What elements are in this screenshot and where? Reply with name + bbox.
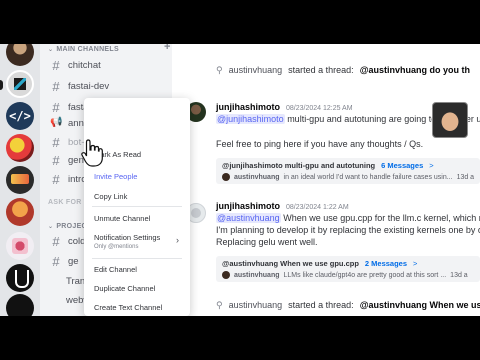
channel-context-menu: Mark As Read Invite People Copy Link Unm… (84, 98, 190, 316)
menu-item-copy-link[interactable]: Copy Link (94, 192, 186, 201)
add-channel-icon[interactable]: + (164, 44, 171, 53)
menu-item-create-text-channel[interactable]: Create Text Channel (94, 303, 186, 312)
hash-icon: # (52, 78, 60, 94)
chevron-right-icon: > (429, 161, 434, 170)
message-header: junjihashimoto 08/23/2024 1:22 AM (216, 201, 349, 211)
chevron-right-icon: > (413, 259, 418, 268)
server-icon-banner[interactable] (6, 166, 34, 194)
menu-item-mark-as-read[interactable]: Mark As Read (94, 150, 186, 159)
menu-divider (92, 206, 182, 207)
hash-icon: # (52, 233, 60, 249)
thread-icon: ⚲ (216, 64, 223, 75)
hash-icon: # (52, 134, 60, 150)
server-icon-dark[interactable] (6, 294, 34, 316)
thread-icon: ⚲ (216, 299, 223, 310)
discord-app-window: </> ⌄ MAIN CHANNELS + # chitchat # fasta… (0, 44, 480, 316)
message-body-line: Replacing gelu went well. (216, 237, 318, 247)
chevron-right-icon: › (176, 235, 179, 245)
message-pane: ⚲ austinvhuang started a thread: @austin… (172, 44, 480, 316)
menu-item-notification-sub: Only @mentions (94, 244, 139, 250)
server-selected-indicator (0, 80, 3, 90)
server-icon-emblem[interactable] (6, 134, 34, 162)
chevron-down-icon: ⌄ (48, 46, 54, 53)
menu-item-edit-channel[interactable]: Edit Channel (94, 265, 186, 274)
server-icon-fastai[interactable] (6, 70, 34, 98)
channel-chitchat[interactable]: # chitchat (46, 56, 166, 74)
server-icon-pink[interactable] (6, 232, 34, 260)
server-icon-orange[interactable] (6, 198, 34, 226)
menu-item-notification-settings[interactable]: Notification Settings (94, 233, 186, 242)
menu-item-duplicate-channel[interactable]: Duplicate Channel (94, 284, 186, 293)
thread-preview-last: austinvhuang LLMs like claude/gpt4o are … (222, 271, 468, 279)
video-letterbox-bottom (0, 316, 480, 360)
message-body: @austinvhuang When we use gpu.cpp for th… (216, 213, 480, 223)
thread-preview[interactable]: @junjihashimoto multi-gpu and autotuning… (216, 158, 480, 184)
avatar (222, 173, 230, 181)
megaphone-icon: 📢 (50, 117, 63, 128)
hash-icon: # (52, 99, 60, 115)
thread-preview-header: @austinvhuang When we use gpu.cpp 2 Mess… (222, 259, 418, 268)
thread-preview-header: @junjihashimoto multi-gpu and autotuning… (222, 161, 434, 170)
thread-started-notice: ⚲ austinvhuang started a thread: @austin… (216, 299, 480, 311)
thread-started-notice: ⚲ austinvhuang started a thread: @austin… (216, 64, 470, 76)
thread-preview-last: austinvhuang in an ideal world I'd want … (222, 173, 474, 181)
server-icon-code[interactable]: </> (6, 102, 34, 130)
video-letterbox-top (0, 0, 480, 44)
hash-icon: # (52, 171, 60, 187)
menu-divider (92, 258, 182, 259)
webcam-overlay (432, 102, 468, 138)
channel-fastai-dev[interactable]: # fastai-dev (46, 77, 166, 95)
chevron-down-icon: ⌄ (48, 223, 54, 230)
menu-item-unmute-channel[interactable]: Unmute Channel (94, 214, 186, 223)
message-body-line: Feel free to ping here if you have any t… (216, 139, 424, 149)
server-icon-flask[interactable] (6, 264, 34, 292)
hand-pointer-icon (81, 139, 103, 167)
thread-preview[interactable]: @austinvhuang When we use gpu.cpp 2 Mess… (216, 256, 480, 282)
server-rail: </> (0, 44, 40, 316)
hash-icon: # (52, 253, 60, 269)
avatar (222, 271, 230, 279)
message-body-line: I'm planning to develop it by replacing … (216, 225, 480, 235)
category-main-channels[interactable]: ⌄ MAIN CHANNELS + (48, 44, 170, 55)
hash-icon: # (52, 152, 60, 168)
server-icon-user-avatar[interactable] (6, 44, 34, 66)
message-header: junjihashimoto 08/23/2024 12:25 AM (216, 102, 353, 112)
hash-icon: # (52, 57, 60, 73)
menu-item-invite-people[interactable]: Invite People (94, 172, 186, 181)
